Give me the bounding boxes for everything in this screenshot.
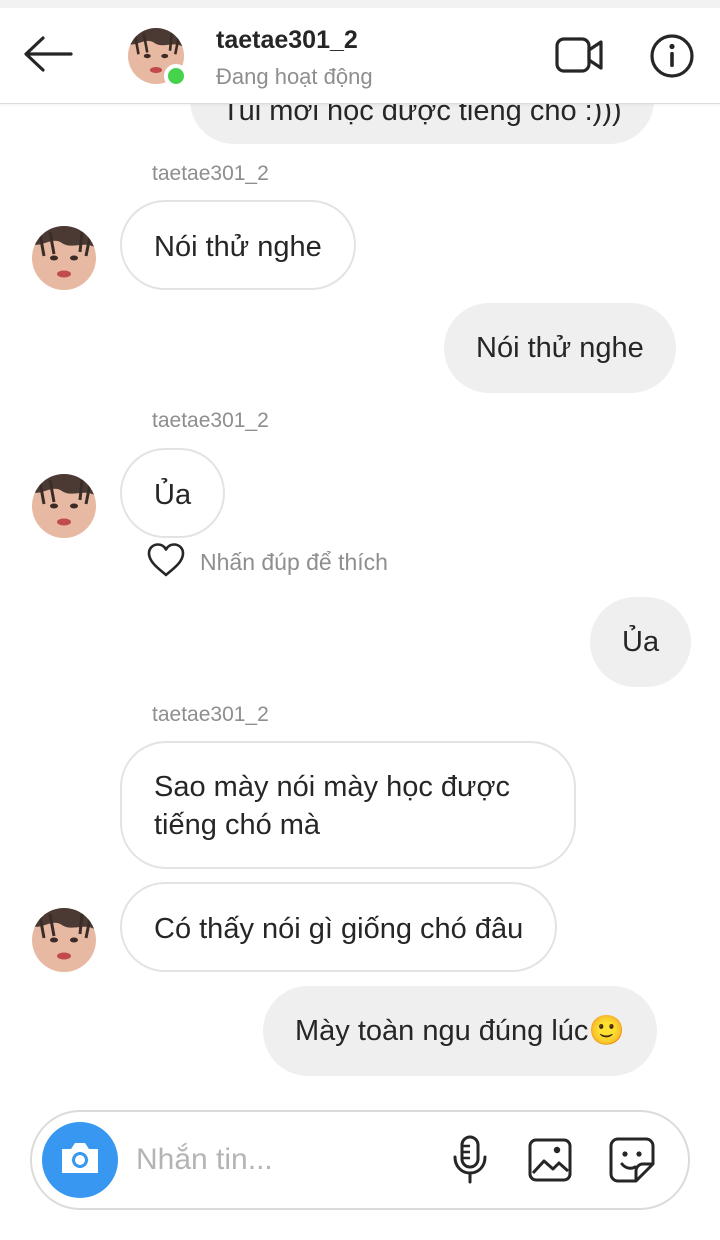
camera-button[interactable]: [42, 1122, 118, 1198]
conversation-info-button[interactable]: [648, 33, 696, 84]
message-text: Nói thử nghe: [154, 231, 322, 263]
gallery-button[interactable]: [522, 1134, 578, 1190]
message-bubble-incoming[interactable]: Ủa: [120, 448, 226, 538]
message-bubble-incoming[interactable]: Có thấy nói gì giống chó đâu: [120, 882, 558, 972]
online-status-dot: [164, 64, 188, 88]
video-call-icon[interactable]: [555, 35, 605, 80]
sender-name: taetae301_2: [152, 703, 269, 726]
message-thread[interactable]: Tui mới học được tiếng chó :))) taetae30…: [0, 0, 720, 1100]
message-text: Ủa: [622, 626, 660, 658]
microphone-icon[interactable]: [450, 1135, 490, 1190]
video-call-button[interactable]: [552, 34, 608, 80]
double-tap-like-hint[interactable]: Nhấn đúp để thích: [146, 540, 388, 584]
back-button[interactable]: [18, 32, 76, 80]
message-text-line: Sao mày nói mày học được: [154, 771, 510, 803]
message-bubble-outgoing[interactable]: Ủa: [590, 597, 692, 687]
avatar[interactable]: [32, 908, 96, 972]
activity-status: Đang hoạt động: [216, 64, 373, 89]
message-text: Mày toàn ngu đúng lúc: [295, 1015, 589, 1047]
sticker-icon[interactable]: [608, 1136, 656, 1189]
message-bubble-incoming[interactable]: Sao mày nói mày học được tiếng chó mà: [120, 741, 576, 869]
back-arrow-icon[interactable]: [21, 34, 73, 79]
info-icon[interactable]: [649, 33, 695, 84]
sticker-button[interactable]: [604, 1134, 660, 1190]
message-text-line: tiếng chó mà: [154, 809, 321, 841]
message-text: Có thấy nói gì giống chó đâu: [154, 913, 524, 945]
camera-icon[interactable]: [58, 1139, 102, 1182]
contact-username[interactable]: taetae301_2: [216, 26, 358, 55]
avatar[interactable]: [32, 226, 96, 290]
chat-header: taetae301_2 Đang hoạt động: [0, 8, 720, 104]
message-composer: [30, 1110, 690, 1210]
message-input[interactable]: [136, 1134, 416, 1186]
avatar[interactable]: [32, 474, 96, 538]
gallery-icon[interactable]: [527, 1137, 573, 1188]
message-bubble-outgoing[interactable]: Mày toàn ngu đúng lúc🙂: [263, 986, 657, 1076]
message-text: Nói thử nghe: [476, 332, 644, 364]
like-hint-text: Nhấn đúp để thích: [200, 548, 388, 575]
sender-name: taetae301_2: [152, 162, 269, 185]
message-bubble-outgoing[interactable]: Nói thử nghe: [444, 303, 676, 393]
voice-message-button[interactable]: [442, 1134, 498, 1190]
message-bubble-incoming[interactable]: Nói thử nghe: [120, 200, 356, 290]
sender-name: taetae301_2: [152, 409, 269, 432]
message-text: Ủa: [154, 479, 192, 511]
heart-icon[interactable]: [146, 542, 186, 583]
slight-smile-emoji: 🙂: [588, 1015, 625, 1047]
